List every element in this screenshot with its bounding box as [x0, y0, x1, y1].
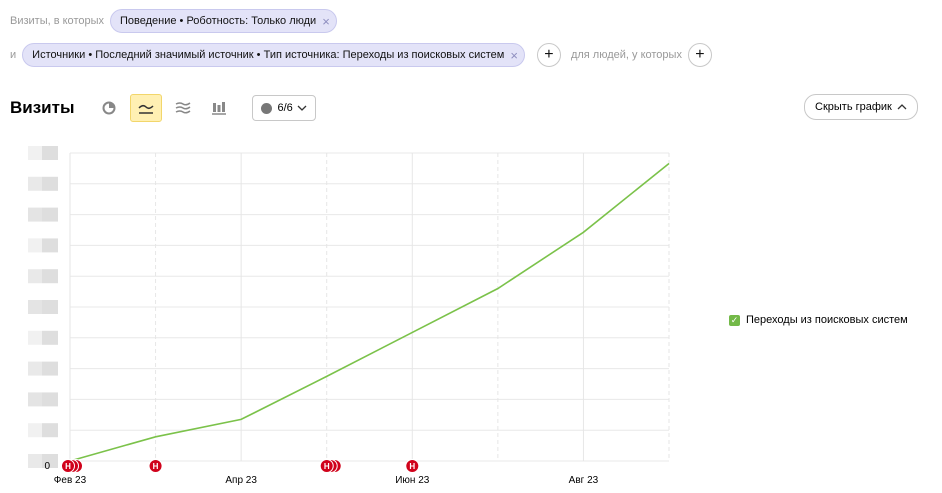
y-tick-redacted — [28, 146, 42, 160]
close-icon[interactable]: × — [510, 49, 518, 62]
y-tick-redacted — [42, 176, 58, 191]
annotations-counter: 6/6 — [277, 102, 293, 114]
line-chart-button[interactable] — [130, 94, 163, 122]
y-tick-redacted — [42, 392, 58, 407]
x-axis-ticks: Фев 23 Апр 23 Июн 23 Авг 23 — [54, 475, 599, 486]
legend-item-label: Переходы из поисковых систем — [746, 314, 908, 326]
filter-conjunction: и — [10, 49, 17, 61]
annotation-marker-label: Н — [65, 462, 71, 471]
pie-chart-icon — [102, 101, 116, 115]
y-tick-redacted — [42, 207, 58, 222]
bar-chart-icon — [212, 102, 227, 115]
x-tick-label: Апр 23 — [225, 475, 257, 486]
area-chart-button[interactable] — [168, 95, 198, 121]
line-chart-icon — [138, 104, 155, 114]
x-tick-label: Авг 23 — [569, 475, 599, 486]
y-tick-redacted — [42, 300, 58, 314]
y-axis-labels-redacted — [28, 146, 58, 468]
filter-chip-robots[interactable]: Поведение • Роботность: Только люди × — [110, 9, 337, 33]
chart-toolbar: Визиты 6/6 — [10, 94, 316, 122]
plus-icon: + — [695, 46, 705, 63]
filter-prefix: Визиты, в которых — [10, 15, 104, 27]
stacked-area-icon — [176, 102, 191, 114]
series-points — [69, 163, 670, 462]
horizontal-gridlines — [70, 152, 669, 462]
filter-chip-source[interactable]: Источники • Последний значимый источник … — [22, 43, 525, 67]
y-tick-redacted — [28, 361, 42, 376]
add-people-filter-button[interactable]: + — [687, 43, 712, 67]
comment-icon — [261, 102, 273, 114]
y-tick-redacted — [42, 423, 58, 438]
y-tick-redacted — [42, 330, 58, 345]
x-tick-label: Июн 23 — [395, 475, 430, 486]
y-tick-redacted — [28, 238, 42, 253]
annotation-marker-label: Н — [153, 462, 159, 471]
y-tick-redacted — [28, 176, 42, 191]
y-tick-redacted — [28, 300, 42, 314]
filter-row-2: и Источники • Последний значимый источни… — [10, 42, 718, 68]
annotation-marker-label: Н — [409, 462, 415, 471]
annotation-marker: Н — [405, 459, 420, 473]
x-tick-label: Фев 23 — [54, 475, 87, 486]
y-tick-redacted — [28, 330, 42, 345]
annotation-marker: Н — [148, 459, 163, 473]
y-tick-redacted — [28, 392, 42, 407]
checkbox-checked-icon[interactable]: ✓ — [729, 314, 740, 326]
filter-row-1: Визиты, в которых Поведение • Роботность… — [10, 8, 343, 34]
filter-chip-label: Источники • Последний значимый источник … — [32, 49, 505, 61]
chevron-down-icon — [297, 105, 307, 111]
visits-line-chart: Фев 23 Апр 23 Июн 23 Авг 23 0 Н Н Н Н — [28, 146, 670, 486]
series-line-search-traffic — [69, 162, 670, 462]
y-tick-redacted — [28, 207, 42, 222]
y-tick-redacted — [28, 269, 42, 284]
people-filter-label: для людей, у которых — [570, 49, 682, 61]
bar-chart-button[interactable] — [204, 95, 234, 121]
y-tick-redacted — [42, 146, 58, 160]
y-tick-redacted — [42, 269, 58, 284]
y-tick-redacted — [28, 423, 42, 438]
y-tick-redacted — [28, 454, 42, 468]
annotation-marker-label: Н — [324, 462, 330, 471]
hide-chart-label: Скрыть график — [815, 101, 892, 113]
chevron-up-icon — [897, 104, 907, 110]
hide-chart-button[interactable]: Скрыть график — [804, 94, 918, 120]
y-tick-redacted — [42, 238, 58, 253]
y-tick-redacted — [42, 361, 58, 376]
annotations-counter-button[interactable]: 6/6 — [252, 95, 316, 121]
add-filter-button[interactable]: + — [536, 43, 561, 67]
plus-icon: + — [544, 46, 554, 63]
close-icon[interactable]: × — [322, 15, 330, 28]
page-title: Визиты — [10, 98, 75, 117]
annotation-marker: Н — [319, 459, 342, 473]
filter-chip-label: Поведение • Роботность: Только люди — [120, 15, 317, 27]
chart-legend[interactable]: ✓ Переходы из поисковых систем — [729, 314, 908, 326]
y-tick-zero: 0 — [44, 461, 50, 472]
pie-chart-button[interactable] — [94, 95, 124, 121]
annotation-marker: Н — [61, 459, 83, 473]
